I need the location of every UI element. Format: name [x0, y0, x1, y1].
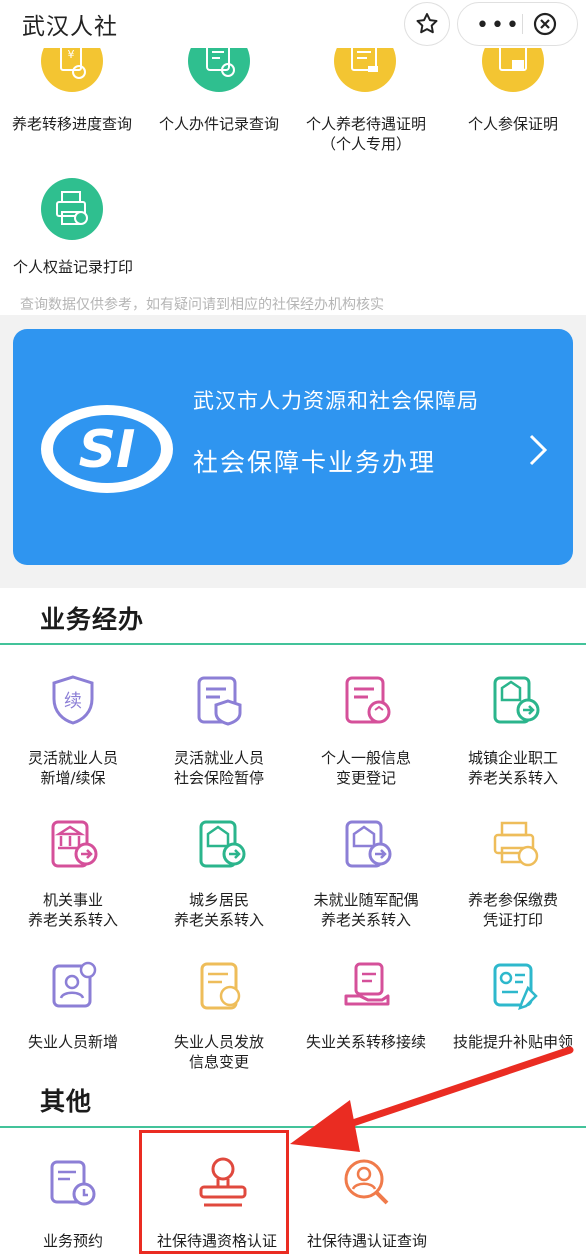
business-item-label: 失业人员发放 信息变更	[173, 1033, 264, 1071]
section-title-business: 业务经办	[40, 605, 145, 634]
query-item-label: 个人养老待遇证明 （个人专用）	[305, 115, 426, 153]
annotation-highlight-box	[139, 1130, 289, 1254]
query-item-label: 养老转移进度查询	[11, 115, 132, 133]
app-title: 武汉人社	[22, 14, 118, 40]
capsule-divider	[522, 14, 523, 34]
unemployment-change-icon	[200, 962, 241, 1010]
spouse-transfer-icon	[345, 820, 392, 868]
business-item-label: 灵活就业人员 社会保险暂停	[173, 749, 264, 787]
svg-text:SI: SI	[79, 420, 136, 480]
renew-shield-icon: 续	[52, 675, 94, 725]
business-item-label: 未就业随军配偶 养老关系转入	[313, 891, 419, 929]
business-item-label: 养老参保缴费 凭证打印	[467, 891, 558, 929]
pension-transfer-icon	[493, 676, 540, 724]
chevron-right-icon	[529, 434, 548, 466]
query-item-label: 个人参保证明	[467, 115, 558, 133]
si-logo: SI	[41, 405, 173, 493]
business-item-label: 个人一般信息 变更登记	[320, 749, 411, 787]
skill-certificate-icon	[493, 963, 538, 1010]
star-icon	[416, 13, 438, 34]
section-divider	[0, 643, 586, 645]
mini-program-header: 武汉人社 •••	[0, 0, 586, 48]
capsule-menu: •••	[457, 2, 578, 46]
banner-organization: 武汉市人力资源和社会保障局	[193, 389, 479, 413]
notice-text: 查询数据仅供参考，如有疑问请到相应的社保经办机构核实	[20, 297, 384, 313]
business-item-label: 灵活就业人员 新增/续保	[27, 749, 118, 787]
pause-shield-icon	[197, 676, 242, 726]
social-security-card-banner[interactable]: SI 武汉市人力资源和社会保障局 社会保障卡业务办理	[13, 329, 573, 565]
section-title-other: 其他	[40, 1087, 93, 1116]
business-item-label: 机关事业 养老关系转入	[27, 891, 118, 929]
printer-icon	[41, 178, 103, 240]
query-item-label: 个人办件记录查询	[158, 115, 279, 133]
svg-text:续: 续	[64, 691, 82, 712]
favorite-button[interactable]	[404, 2, 450, 46]
close-mini-program-icon[interactable]	[532, 11, 558, 37]
hand-document-icon	[344, 962, 390, 1006]
business-item-label: 城镇企业职工 养老关系转入	[467, 749, 558, 787]
query-item-label: 个人权益记录打印	[12, 258, 133, 276]
voucher-print-icon	[493, 821, 539, 867]
appointment-clock-icon	[50, 1160, 96, 1206]
business-item-label: 失业人员新增	[27, 1033, 118, 1051]
resident-transfer-icon	[199, 820, 246, 868]
other-item-label: 业务预约	[42, 1232, 103, 1250]
more-options-icon[interactable]: •••	[476, 13, 521, 38]
business-item-label: 城乡居民 养老关系转入	[173, 891, 264, 929]
person-search-icon	[344, 1159, 389, 1205]
annotation-arrow-icon	[290, 1046, 574, 1152]
svg-text:¥: ¥	[68, 48, 75, 61]
banner-title: 社会保障卡业务办理	[193, 448, 437, 477]
info-refresh-icon	[345, 676, 391, 724]
unemployed-add-icon	[52, 961, 97, 1008]
other-item-label: 社保待遇认证查询	[306, 1232, 427, 1250]
institution-transfer-icon	[51, 820, 98, 868]
